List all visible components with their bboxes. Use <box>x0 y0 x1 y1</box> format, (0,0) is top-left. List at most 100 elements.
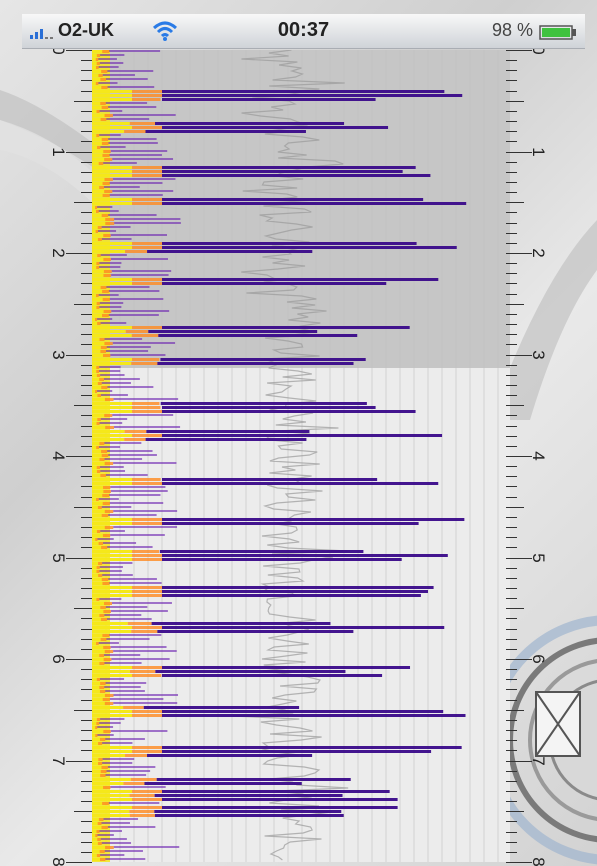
spectro-bin <box>110 354 166 356</box>
spectro-bin <box>95 58 99 61</box>
spectro-bin <box>102 182 110 185</box>
spectro-bin <box>111 274 169 276</box>
spectro-bin <box>92 714 132 717</box>
spectro-bin <box>98 542 104 545</box>
ruler-tick <box>506 425 517 427</box>
spectro-bin <box>110 258 168 260</box>
spectro-bin <box>92 754 126 757</box>
spectro-bin <box>132 202 162 205</box>
spectro-bin <box>100 770 107 773</box>
spectro-bin <box>92 130 125 133</box>
spectro-bin <box>98 210 119 212</box>
spectro-bin <box>100 78 106 81</box>
spectro-bin <box>104 442 142 444</box>
ruler-tick <box>506 699 517 701</box>
ruler-label: 8 <box>49 857 68 866</box>
spectro-bin <box>96 722 100 725</box>
spectro-bin <box>162 202 467 205</box>
app-screen: 012345678 012345678 O2-UK 00:37 98 % <box>0 0 597 866</box>
ruler-tick <box>81 334 92 336</box>
ruler-tick <box>506 587 517 589</box>
ruler-tick <box>506 709 524 711</box>
spectro-bin <box>111 310 170 312</box>
ruler-tick <box>506 567 517 569</box>
spectro-bin <box>92 226 98 229</box>
spectro-bin <box>98 230 117 232</box>
envelope-icon[interactable] <box>534 690 582 758</box>
spectro-bin <box>92 106 102 109</box>
spectro-bin <box>92 662 100 665</box>
spectro-bin <box>92 486 104 489</box>
spectro-bin <box>92 762 99 765</box>
spectro-bin <box>96 570 100 573</box>
spectro-bin <box>162 522 419 525</box>
ruler-tick <box>81 699 92 701</box>
spectro-bin <box>99 110 123 112</box>
spectro-bin <box>92 362 132 365</box>
spectro-bin <box>113 702 178 704</box>
spectro-bin <box>132 174 162 177</box>
spectro-bin <box>92 838 98 841</box>
spectro-bin <box>97 838 101 841</box>
spectro-bin <box>125 754 148 757</box>
ruler-tick <box>506 80 517 82</box>
spectro-bin <box>98 498 119 500</box>
spectro-bin <box>162 326 410 329</box>
spectro-bin <box>92 330 126 333</box>
spectro-bin <box>113 398 179 400</box>
spectro-bin <box>99 858 106 861</box>
spectro-bin <box>98 82 118 84</box>
ruler-tick <box>81 445 92 447</box>
spectro-bin <box>95 318 98 321</box>
spectro-bin <box>162 666 411 669</box>
spectro-bin <box>104 342 113 345</box>
spectro-bin <box>162 710 444 713</box>
spectro-bin <box>132 558 162 561</box>
spectro-bin <box>99 654 105 657</box>
spectro-bin <box>107 86 155 88</box>
ruler-tick <box>81 415 92 417</box>
spectro-bin <box>97 146 101 149</box>
spectro-bin <box>104 510 114 513</box>
spectro-bin <box>104 526 114 529</box>
spectro-bin <box>132 242 162 245</box>
spectro-bin <box>92 138 102 141</box>
ruler-tick <box>81 790 92 792</box>
spectro-bin <box>100 374 125 376</box>
spectro-bin <box>92 286 101 289</box>
spectro-bin <box>92 366 97 369</box>
spectro-bin <box>92 306 97 309</box>
spectro-bin <box>103 818 139 820</box>
ruler-tick <box>506 445 517 447</box>
ruler-tick <box>81 313 92 315</box>
spectro-bin <box>105 218 115 221</box>
spectro-bin <box>92 390 96 393</box>
spectro-bin <box>92 558 132 561</box>
spectro-bin <box>112 158 174 160</box>
spectro-bin <box>92 506 98 509</box>
spectro-bin <box>113 526 178 528</box>
spectro-bin <box>92 370 97 373</box>
spectro-bin <box>92 350 101 353</box>
spectro-bin <box>99 830 122 832</box>
spectro-bin <box>132 478 161 481</box>
spectro-bin <box>123 782 145 785</box>
spectro-bin <box>95 230 99 233</box>
spectro-bin <box>101 70 108 73</box>
spectro-bin <box>92 58 96 61</box>
spectro-bin <box>92 814 130 817</box>
spectro-bin <box>100 346 107 349</box>
spectro-bin <box>162 246 457 249</box>
spectro-bin <box>100 146 126 148</box>
spectro-bin <box>97 394 101 397</box>
spectro-bin <box>92 182 103 185</box>
spectro-bin <box>92 326 132 329</box>
spectro-bin <box>92 218 106 221</box>
spectro-bin <box>132 750 162 753</box>
spectro-bin <box>107 546 153 548</box>
spectro-bin <box>112 190 174 192</box>
spectro-bin <box>106 350 149 352</box>
spectro-bin <box>162 746 462 749</box>
spectro-bin <box>151 622 331 625</box>
spectro-bin <box>102 634 110 637</box>
